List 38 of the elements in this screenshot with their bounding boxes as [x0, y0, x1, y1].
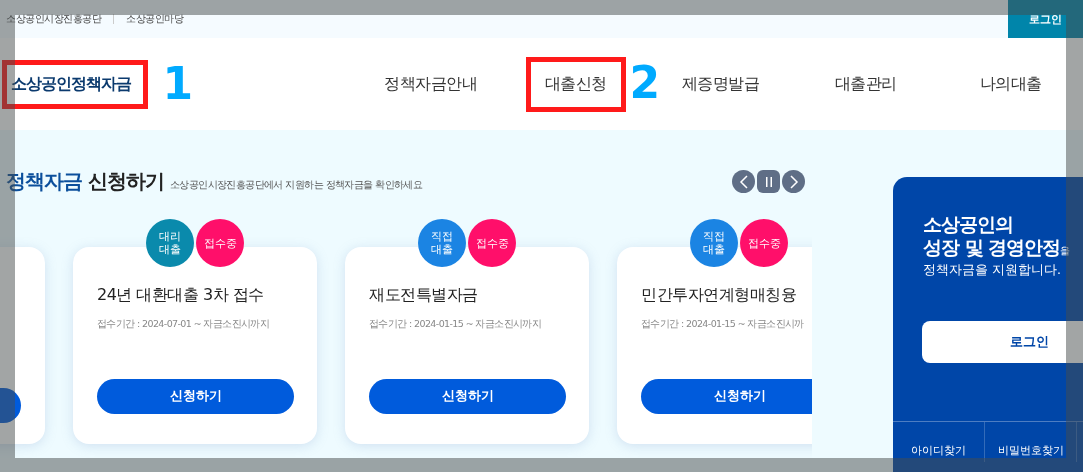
card-title: 24년 대환대출 3차 접수: [97, 285, 265, 306]
card-title: 재도전특별자금: [369, 285, 479, 306]
section-title-accent: 정책자금: [6, 168, 82, 195]
status-badge: 접수중: [740, 219, 788, 267]
chevron-left-icon: [738, 174, 749, 189]
apply-button[interactable]: 신청하기: [641, 379, 812, 414]
status-badge: 접수중: [196, 219, 244, 267]
card-period: 접수기간 : 2024-07-01 ~ 자금소진시까지: [97, 318, 271, 331]
status-badge: 접수중: [468, 219, 516, 267]
top-link[interactable]: 소상공인시장진흥공단: [6, 12, 101, 26]
pause-icon: [764, 175, 773, 188]
previous-button[interactable]: [732, 170, 755, 193]
annotation-number: 2: [629, 60, 660, 105]
top-link[interactable]: 소상공인마당: [126, 12, 183, 26]
section-subtitle: 소상공인시장진흥공단에서 지원하는 정책자금을 확인하세요: [170, 178, 423, 192]
panel-heading: 소상공인의 성장 및 경영안정을: [922, 212, 1071, 260]
panel-link[interactable]: 아이디찾기: [893, 422, 985, 462]
nav-item[interactable]: 대출관리: [815, 56, 916, 112]
nav-item[interactable]: 대출신청: [525, 56, 626, 112]
apply-button[interactable]: 신청하기: [369, 379, 566, 414]
panel-text: 정책자금을 지원합니다.: [922, 262, 1062, 279]
section-title: 신청하기: [88, 168, 164, 195]
card-title: 민간투자연계형매칭융: [641, 285, 797, 306]
status-badge: 대리 대출: [146, 219, 194, 267]
nav-item[interactable]: 제증명발급: [662, 56, 779, 112]
pause-button[interactable]: [757, 170, 780, 193]
next-button[interactable]: [782, 170, 805, 193]
card-period: 접수기간 : 2024-01-15 ~ 자금소진시까: [641, 318, 805, 331]
apply-button[interactable]: 신청하기: [97, 379, 294, 414]
panel-link[interactable]: 비밀번호찾기: [985, 422, 1077, 462]
nav-item[interactable]: 나의대출: [960, 56, 1061, 112]
card-period: 접수기간 : 2024-01-15 ~ 자금소진시까지: [369, 318, 543, 331]
annotation-number: 1: [162, 62, 193, 106]
nav-item[interactable]: 정책자금안내: [365, 56, 496, 112]
chevron-right-icon: [788, 174, 799, 189]
site-logo[interactable]: 소상공인정책자금: [11, 73, 131, 95]
status-badge: 직접 대출: [690, 219, 738, 267]
status-badge: 직접 대출: [418, 219, 466, 267]
